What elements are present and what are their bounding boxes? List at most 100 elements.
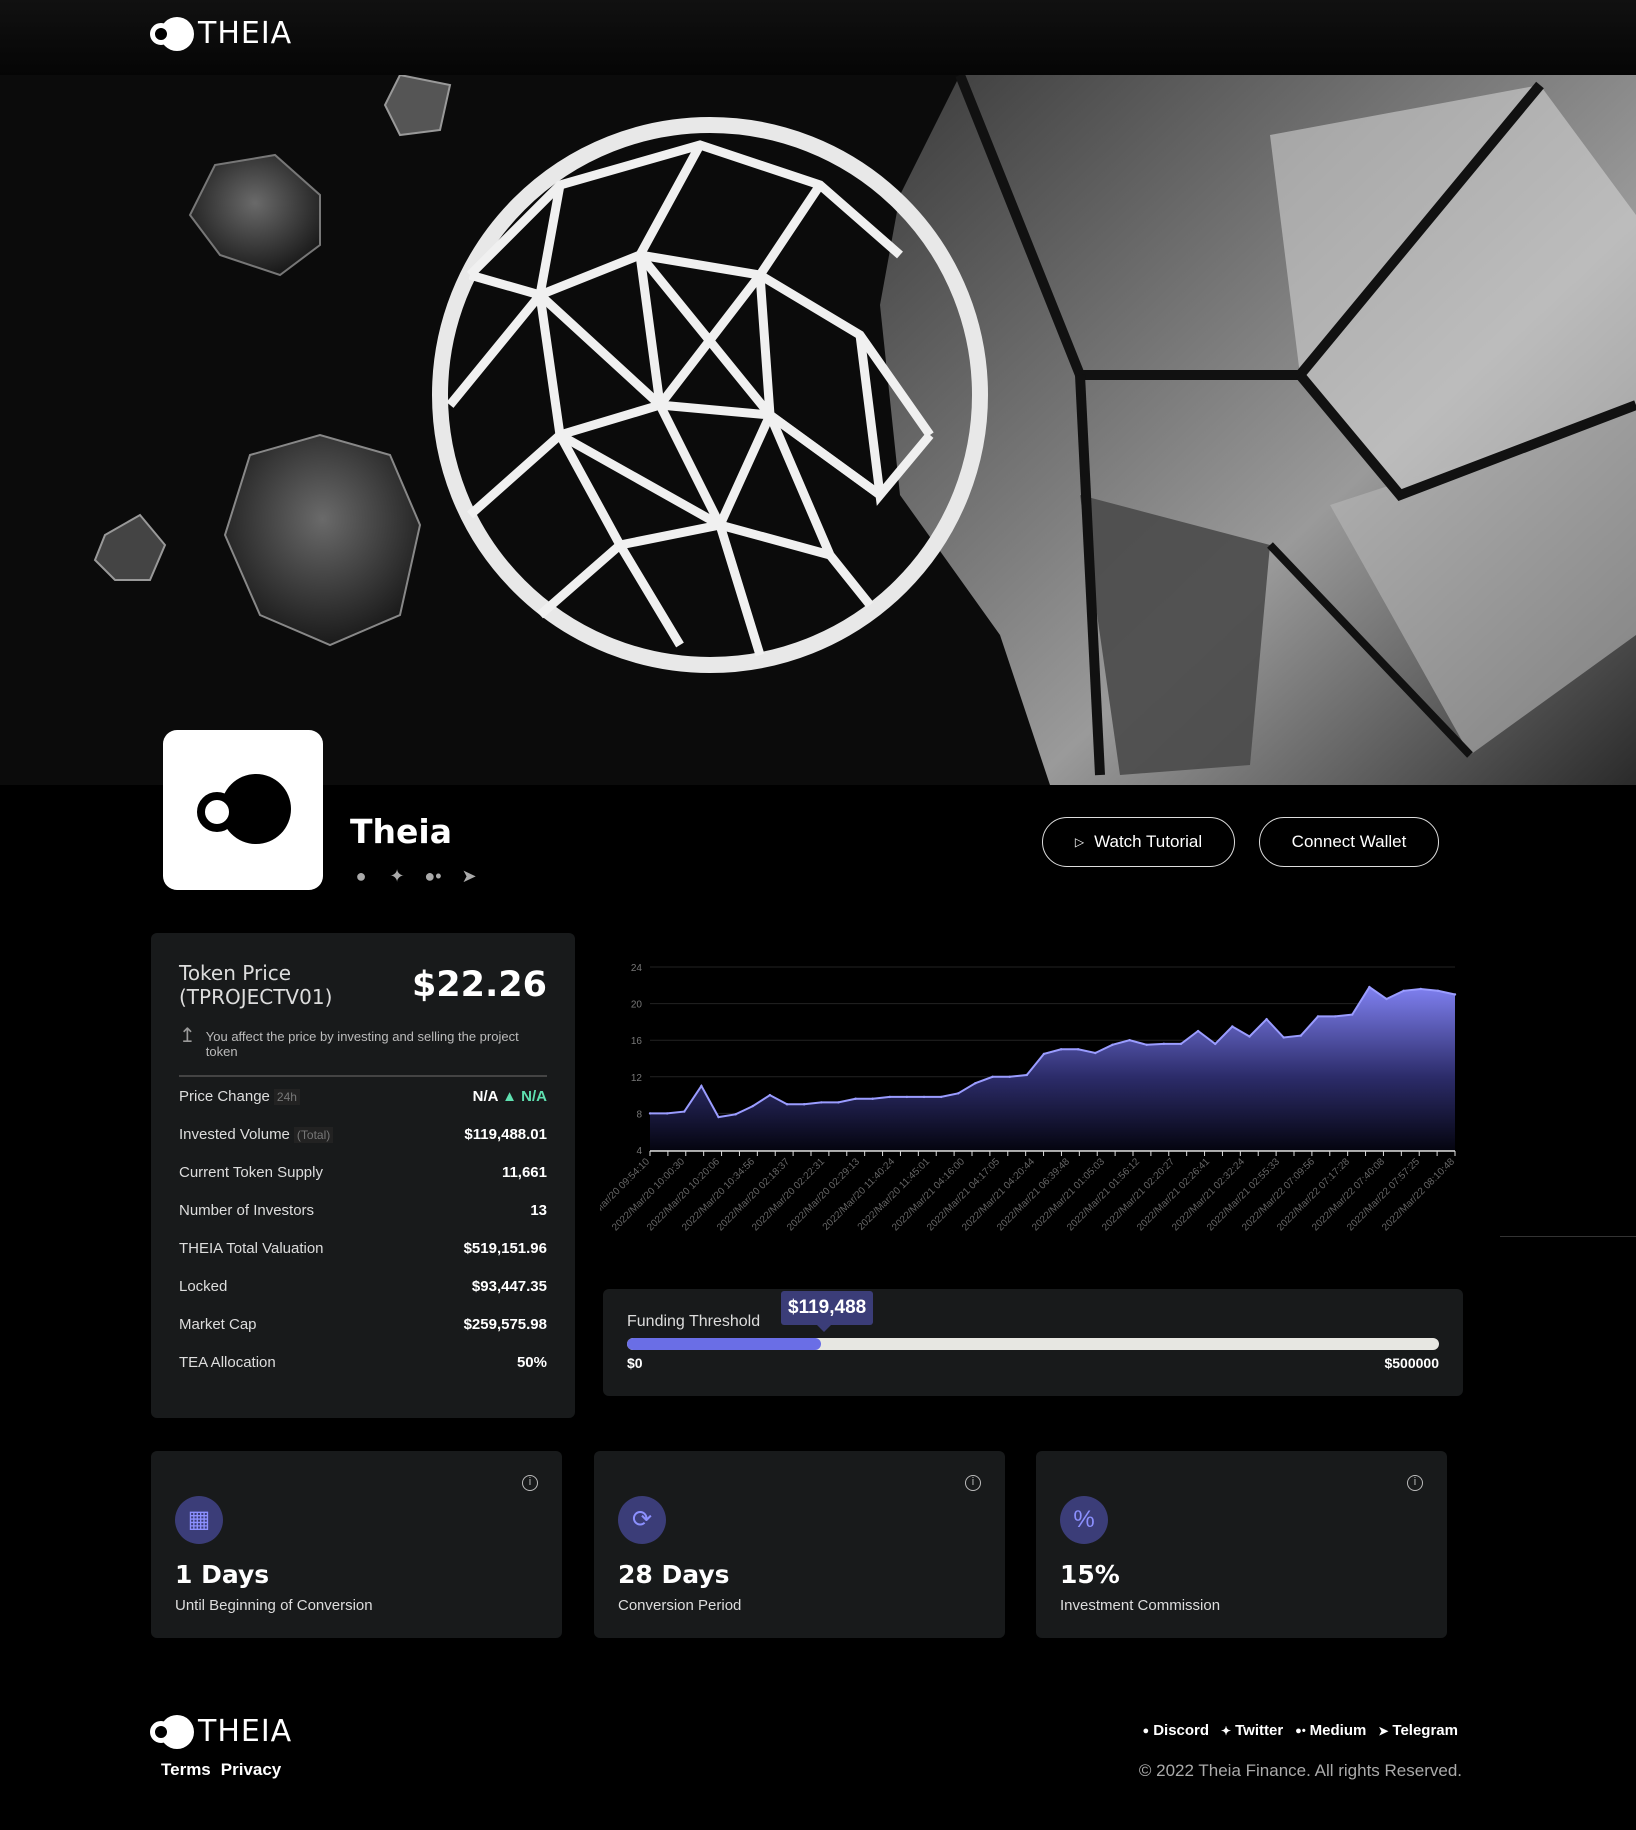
logo-mark-icon [150, 1714, 194, 1749]
row-value: N/A [472, 1087, 498, 1105]
footer-brand-name: THEIA [198, 1714, 293, 1749]
data-point [1128, 1039, 1131, 1042]
data-point [854, 1097, 857, 1100]
footer-link-medium[interactable]: ●• Medium [1295, 1722, 1366, 1739]
stat-card-conversion-period: i ⟳ 28 Days Conversion Period [594, 1451, 1005, 1638]
data-point [1385, 997, 1388, 1001]
telegram-icon[interactable]: ➤ [458, 866, 480, 887]
stat-caption: Until Beginning of Conversion [175, 1597, 373, 1614]
data-point [922, 1095, 926, 1099]
data-point [974, 1082, 977, 1085]
watch-tutorial-button[interactable]: ▷ Watch Tutorial [1042, 817, 1235, 867]
info-icon[interactable]: i [522, 1475, 538, 1491]
data-point [837, 1101, 840, 1104]
data-point [1231, 1025, 1234, 1028]
data-point [888, 1095, 891, 1099]
price-change-value: N/A [521, 1087, 547, 1105]
hero-geometric-illustration [93, 75, 1636, 785]
data-point [1453, 993, 1457, 996]
stat-row-market-cap: Market Cap $259,575.98 [179, 1305, 547, 1343]
price-chart-svg: 48121620242022/Mar/20 09:54:102022/Mar/2… [575, 963, 1457, 1233]
data-point [1402, 989, 1405, 992]
link-label: Twitter [1235, 1722, 1284, 1739]
stat-value: 1 Days [175, 1560, 270, 1589]
stat-row-token-supply: Current Token Supply 11,661 [179, 1153, 547, 1191]
row-value: $259,575.98 [463, 1315, 547, 1333]
calendar-icon: ▦ [175, 1496, 223, 1544]
project-name: Theia [350, 812, 452, 851]
stat-value: 15% [1060, 1560, 1120, 1589]
row-value: $119,488.01 [464, 1125, 547, 1143]
token-price-value: $22.26 [411, 965, 547, 1005]
data-point [717, 1115, 720, 1119]
price-chart[interactable]: 4 8 12 16 20 24 2022/Mar/20 09:54:10 2022/Mar/2… [575, 955, 1460, 1255]
small-polyhedron [93, 75, 452, 647]
funding-label: Funding Threshold [627, 1313, 761, 1330]
data-point [1299, 1034, 1303, 1037]
data-point [1025, 1073, 1029, 1077]
y-tick-label: 24 [631, 963, 643, 974]
data-point [1008, 1075, 1011, 1078]
footer-link-twitter[interactable]: ✦ Twitter [1221, 1722, 1283, 1739]
discord-icon: ● [1142, 1724, 1150, 1737]
up-arrow-icon: ▲ [502, 1087, 517, 1105]
link-label: Discord [1153, 1722, 1210, 1739]
data-point [1076, 1048, 1080, 1051]
data-point [1145, 1043, 1148, 1046]
data-point [1179, 1042, 1183, 1046]
discord-icon[interactable]: ● [350, 866, 372, 887]
row-value: 50% [516, 1353, 547, 1371]
data-point [734, 1113, 737, 1116]
y-tick-label: 8 [636, 1109, 642, 1120]
data-point [871, 1097, 874, 1100]
divider [1500, 1236, 1636, 1237]
terms-link[interactable]: Terms [161, 1760, 211, 1780]
stat-card-conversion-start: i ▦ 1 Days Until Beginning of Conversion [151, 1451, 562, 1638]
data-point [1214, 1042, 1217, 1046]
row-tag: 24h [273, 1088, 300, 1105]
row-value: 13 [530, 1201, 547, 1219]
row-value: $519,151.96 [463, 1239, 547, 1257]
stat-card-commission: i % 15% Investment Commission [1036, 1451, 1447, 1638]
privacy-link[interactable]: Privacy [221, 1760, 282, 1780]
data-point [1094, 1051, 1097, 1055]
data-point [683, 1110, 686, 1113]
y-tick-label: 12 [631, 1073, 643, 1084]
data-point [1436, 989, 1440, 992]
data-point [1059, 1048, 1063, 1051]
data-point [1265, 1017, 1268, 1021]
stat-row-locked: Locked $93,447.35 [179, 1267, 547, 1305]
info-icon[interactable]: i [1407, 1475, 1423, 1491]
y-tick-label: 4 [636, 1146, 642, 1157]
token-price-title: Token Price (TPROJECTV01) [179, 961, 333, 1009]
row-tag: (Total) [293, 1126, 334, 1143]
row-label: Current Token Supply [179, 1163, 323, 1181]
data-point [768, 1093, 772, 1097]
funding-current-bubble: $119,488 [781, 1291, 874, 1332]
data-point [820, 1101, 823, 1104]
row-label: THEIA Total Valuation [179, 1239, 324, 1257]
funding-min: $0 [627, 1355, 643, 1371]
data-point [648, 1112, 652, 1115]
medium-icon[interactable]: ●• [422, 866, 444, 887]
info-icon[interactable]: i [965, 1475, 981, 1491]
stat-row-price-change: Price Change 24h N/A ▲ N/A [179, 1077, 547, 1115]
connect-wallet-button[interactable]: Connect Wallet [1259, 817, 1439, 867]
twitter-icon[interactable]: ✦ [386, 866, 408, 887]
data-point [1419, 987, 1422, 991]
twitter-icon: ✦ [1221, 1723, 1232, 1738]
data-point [957, 1092, 960, 1095]
logo-mark-icon [150, 16, 194, 51]
row-label: Locked [179, 1277, 228, 1295]
data-point [939, 1095, 943, 1099]
row-value: 11,661 [501, 1163, 547, 1181]
data-point [1248, 1035, 1251, 1038]
footer-link-discord[interactable]: ● Discord [1143, 1722, 1210, 1739]
brand-logo[interactable]: THEIA [150, 16, 292, 51]
data-point [802, 1103, 806, 1106]
stat-row-tea-allocation: TEA Allocation 50% [179, 1343, 547, 1381]
footer-link-telegram[interactable]: ➤ Telegram [1378, 1722, 1458, 1739]
link-label: Medium [1309, 1722, 1367, 1739]
watch-tutorial-label: Watch Tutorial [1094, 832, 1203, 851]
footer-brand-logo[interactable]: THEIA [150, 1714, 292, 1749]
